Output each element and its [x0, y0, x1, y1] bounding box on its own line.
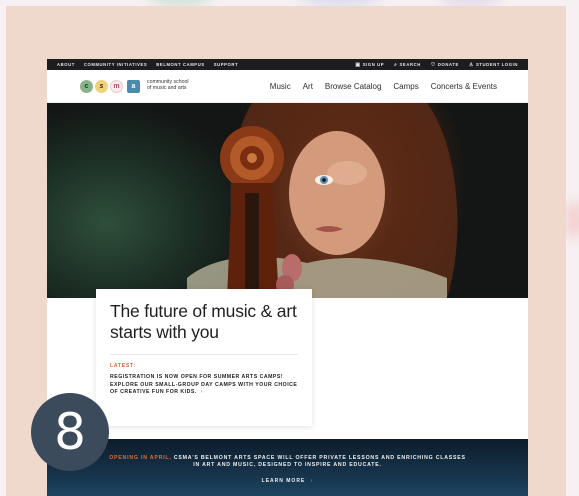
- csma-logo[interactable]: c s m a community school of music and ar…: [80, 79, 189, 93]
- logo-wordmark: community school of music and arts: [147, 80, 189, 91]
- chevron-right-icon: ›: [310, 478, 314, 484]
- logo-letter-a: a: [127, 79, 140, 93]
- learn-more-label: LEARN MORE: [261, 478, 306, 484]
- hero-headline: The future of music & art starts with yo…: [110, 301, 297, 342]
- latest-label: LATEST:: [110, 363, 136, 369]
- website: ABOUT COMMUNITY INITIATIVES BELMONT CAMP…: [47, 59, 528, 496]
- nav-camps[interactable]: Camps: [393, 82, 418, 91]
- hero-illustration: [187, 103, 458, 298]
- main-navbar: c s m a community school of music and ar…: [47, 70, 528, 103]
- step-number-badge: 8: [31, 393, 109, 471]
- donate-label: DONATE: [437, 61, 459, 67]
- utility-link-community[interactable]: COMMUNITY INITIATIVES: [84, 62, 147, 67]
- nav-music[interactable]: Music: [270, 82, 291, 91]
- nav-art[interactable]: Art: [303, 82, 313, 91]
- utility-link-about[interactable]: ABOUT: [57, 62, 75, 67]
- signup-label: SIGN UP: [362, 61, 385, 67]
- announcement-banner: OPENING IN APRIL, CSMA'S BELMONT ARTS SP…: [47, 439, 528, 496]
- student-login-link[interactable]: ♙ STUDENT LOGIN: [469, 62, 518, 68]
- utility-bar: ABOUT COMMUNITY INITIATIVES BELMONT CAMP…: [47, 59, 528, 70]
- primary-nav: Music Art Browse Catalog Camps Concerts …: [270, 82, 497, 91]
- utility-nav-right: ▣ SIGN UP ⌕ SEARCH ♡ DONATE ♙ STUDENT LOGIN: [355, 62, 518, 68]
- nav-concerts-events[interactable]: Concerts & Events: [431, 82, 497, 91]
- banner-message: OPENING IN APRIL, CSMA'S BELMONT ARTS SP…: [47, 455, 528, 469]
- utility-link-belmont[interactable]: BELMONT CAMPUS: [156, 62, 204, 67]
- donate-link[interactable]: ♡ DONATE: [431, 62, 459, 68]
- search-icon: ⌕: [394, 61, 398, 68]
- latest-news-text: REGISTRATION IS NOW OPEN FOR SUMMER ARTS…: [110, 374, 298, 396]
- banner-text: CSMA'S BELMONT ARTS SPACE WILL OFFER PRI…: [173, 455, 466, 468]
- logo-letter-m: m: [110, 79, 123, 93]
- nav-browse-catalog[interactable]: Browse Catalog: [325, 82, 381, 91]
- logo-line-2: of music and arts: [147, 85, 187, 91]
- learn-more-link[interactable]: LEARN MORE ›: [262, 478, 314, 484]
- card-divider: [110, 354, 298, 355]
- chevron-right-icon: ›: [200, 389, 203, 396]
- utility-nav-left: ABOUT COMMUNITY INITIATIVES BELMONT CAMP…: [57, 62, 238, 67]
- user-icon: ♙: [468, 61, 474, 68]
- hero-card: The future of music & art starts with yo…: [96, 289, 312, 426]
- signup-link[interactable]: ▣ SIGN UP: [355, 62, 384, 68]
- calendar-icon: ▣: [355, 61, 361, 68]
- hero-image: [47, 103, 528, 298]
- banner-accent: OPENING IN APRIL,: [109, 455, 172, 461]
- utility-link-support[interactable]: SUPPORT: [214, 62, 238, 67]
- search-link[interactable]: ⌕ SEARCH: [394, 62, 421, 68]
- latest-news[interactable]: REGISTRATION IS NOW OPEN FOR SUMMER ARTS…: [110, 374, 298, 397]
- student-login-label: STUDENT LOGIN: [476, 61, 518, 67]
- logo-letter-c: c: [80, 79, 93, 93]
- search-label: SEARCH: [399, 61, 421, 67]
- watercolor-splotch: [567, 200, 579, 240]
- heart-icon: ♡: [430, 61, 436, 68]
- logo-letter-s: s: [95, 79, 108, 93]
